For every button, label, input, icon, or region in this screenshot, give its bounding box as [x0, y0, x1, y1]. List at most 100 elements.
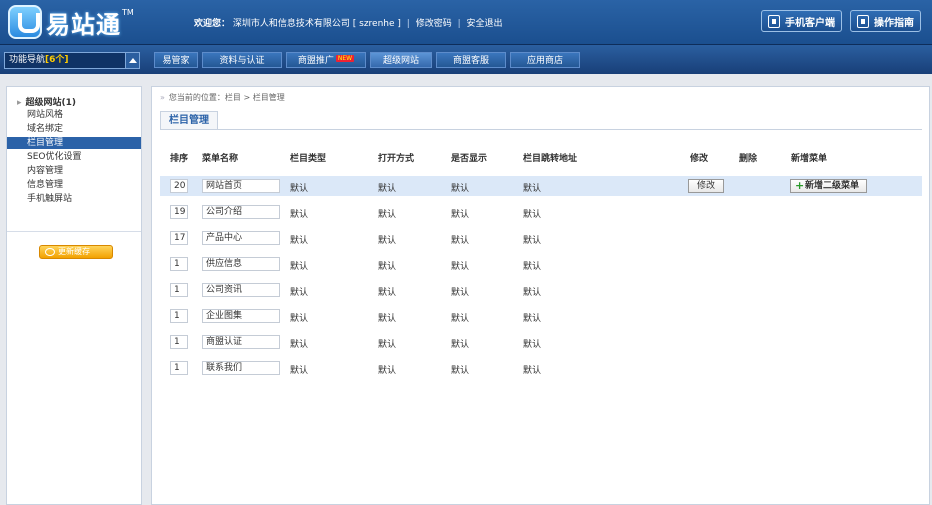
- guide-label: 操作指南: [874, 17, 914, 29]
- visibility: 默认: [451, 210, 470, 220]
- phone-icon: [768, 14, 780, 28]
- tab-promotion[interactable]: 商盟推广 NEW: [286, 52, 366, 68]
- order-input[interactable]: 1: [170, 361, 188, 375]
- table-row[interactable]: 20 网站首页 默认 默认 默认 默认 修改 + 新增二级菜单: [160, 176, 922, 196]
- sidebar-item-content[interactable]: 内容管理: [7, 165, 141, 177]
- edit-button[interactable]: 修改: [688, 179, 724, 193]
- menu-name-input[interactable]: 供应信息: [202, 257, 280, 271]
- col-header-name: 菜单名称: [202, 154, 239, 164]
- nav-tabs: 易管家 资料与认证 商盟推广 NEW 超级网站 商盟客服 应用商店: [154, 52, 584, 68]
- sidebar-item-column[interactable]: 栏目管理: [7, 137, 141, 149]
- menu-name-input[interactable]: 公司介绍: [202, 205, 280, 219]
- open-mode: 默认: [378, 210, 397, 220]
- jump-url: 默认: [523, 210, 542, 220]
- jump-url: 默认: [523, 340, 542, 350]
- update-cache-label: 更新缓存: [58, 247, 90, 256]
- table-row: 1 商盟认证 默认 默认 默认 默认: [160, 332, 922, 352]
- new-badge: NEW: [335, 55, 355, 62]
- document-icon: [857, 14, 869, 28]
- logo-trademark: TM: [122, 7, 134, 17]
- visibility: 默认: [451, 314, 470, 324]
- col-header-type: 栏目类型: [290, 154, 327, 164]
- jump-url: 默认: [523, 366, 542, 376]
- col-header-show: 是否显示: [451, 154, 488, 164]
- open-mode: 默认: [378, 184, 397, 194]
- logo[interactable]: 易站通 TM: [8, 4, 134, 40]
- order-input[interactable]: 19: [170, 205, 188, 219]
- welcome-label: 欢迎您：: [194, 19, 231, 29]
- add-submenu-button[interactable]: + 新增二级菜单: [790, 179, 867, 193]
- jump-url: 默认: [523, 262, 542, 272]
- col-header-edit: 修改: [690, 154, 709, 164]
- column-type: 默认: [290, 262, 309, 272]
- menu-name-input[interactable]: 产品中心: [202, 231, 280, 245]
- nav-bar: 功能导航[6个] 易管家 资料与认证 商盟推广 NEW 超级网站 商盟客服 应用商…: [0, 44, 932, 74]
- menu-name-input[interactable]: 联系我们: [202, 361, 280, 375]
- welcome-bar: 欢迎您： 深圳市人和信息技术有限公司 [ szrenhe ] | 修改密码 | …: [194, 16, 503, 29]
- column-type: 默认: [290, 288, 309, 298]
- chevron-up-icon[interactable]: [125, 53, 139, 68]
- logo-text: 易站通: [46, 10, 121, 39]
- jump-url: 默认: [523, 184, 542, 194]
- col-header-open: 打开方式: [378, 154, 415, 164]
- tab-profile-auth[interactable]: 资料与认证: [202, 52, 282, 68]
- order-input[interactable]: 1: [170, 257, 188, 271]
- sidebar-item-seo[interactable]: SEO优化设置: [7, 151, 141, 163]
- separator: |: [406, 19, 410, 29]
- separator: |: [457, 19, 461, 29]
- col-header-delete: 删除: [739, 154, 758, 164]
- logout-link[interactable]: 安全退出: [467, 19, 503, 29]
- table-row: 1 公司资讯 默认 默认 默认 默认: [160, 280, 922, 300]
- open-mode: 默认: [378, 314, 397, 324]
- visibility: 默认: [451, 288, 470, 298]
- logo-u-icon: [8, 5, 42, 39]
- order-input[interactable]: 1: [170, 309, 188, 323]
- sidebar: 超级网站(1) 网站风格 域名绑定 栏目管理 SEO优化设置 内容管理 信息管理…: [6, 86, 142, 505]
- tab-yiguanjia[interactable]: 易管家: [154, 52, 198, 68]
- column-type: 默认: [290, 184, 309, 194]
- plus-icon: +: [795, 179, 805, 192]
- sidebar-title[interactable]: 超级网站(1): [17, 95, 77, 108]
- visibility: 默认: [451, 366, 470, 376]
- table-row: 17 产品中心 默认 默认 默认 默认: [160, 228, 922, 248]
- open-mode: 默认: [378, 288, 397, 298]
- visibility: 默认: [451, 340, 470, 350]
- order-input[interactable]: 1: [170, 283, 188, 297]
- table-row: 1 企业图集 默认 默认 默认 默认: [160, 306, 922, 326]
- change-password-link[interactable]: 修改密码: [416, 19, 452, 29]
- mobile-client-button[interactable]: 手机客户端: [761, 10, 842, 32]
- tab-customer-service[interactable]: 商盟客服: [436, 52, 506, 68]
- open-mode: 默认: [378, 236, 397, 246]
- jump-url: 默认: [523, 314, 542, 324]
- tab-label: 易管家: [162, 56, 190, 66]
- tab-super-website[interactable]: 超级网站: [370, 52, 432, 68]
- sidebar-item-style[interactable]: 网站风格: [7, 109, 141, 121]
- function-nav-label: 功能导航: [9, 55, 46, 65]
- menu-name-input[interactable]: 商盟认证: [202, 335, 280, 349]
- main-panel: 您当前的位置：栏目 > 栏目管理 栏目管理 排序 菜单名称 栏目类型 打开方式 …: [151, 86, 930, 505]
- function-nav-dropdown[interactable]: 功能导航[6个]: [4, 52, 140, 69]
- col-header-add: 新增菜单: [791, 154, 828, 164]
- table-row: 1 供应信息 默认 默认 默认 默认: [160, 254, 922, 274]
- sidebar-item-mobile[interactable]: 手机触屏站: [7, 193, 141, 205]
- sidebar-item-info[interactable]: 信息管理: [7, 179, 141, 191]
- update-cache-button[interactable]: 更新缓存: [39, 245, 113, 259]
- column-type: 默认: [290, 340, 309, 350]
- menu-name-input[interactable]: 网站首页: [202, 179, 280, 193]
- menu-name-input[interactable]: 公司资讯: [202, 283, 280, 297]
- column-type: 默认: [290, 236, 309, 246]
- col-header-jump: 栏目跳转地址: [523, 154, 578, 164]
- open-mode: 默认: [378, 340, 397, 350]
- guide-button[interactable]: 操作指南: [850, 10, 921, 32]
- column-type: 默认: [290, 314, 309, 324]
- order-input[interactable]: 17: [170, 231, 188, 245]
- order-input[interactable]: 20: [170, 179, 188, 193]
- order-input[interactable]: 1: [170, 335, 188, 349]
- tab-app-store[interactable]: 应用商店: [510, 52, 580, 68]
- jump-url: 默认: [523, 236, 542, 246]
- add-submenu-label: 新增二级菜单: [805, 181, 860, 191]
- sidebar-item-domain[interactable]: 域名绑定: [7, 123, 141, 135]
- menu-name-input[interactable]: 企业图集: [202, 309, 280, 323]
- table-row: 1 联系我们 默认 默认 默认 默认: [160, 358, 922, 378]
- divider: [7, 231, 141, 232]
